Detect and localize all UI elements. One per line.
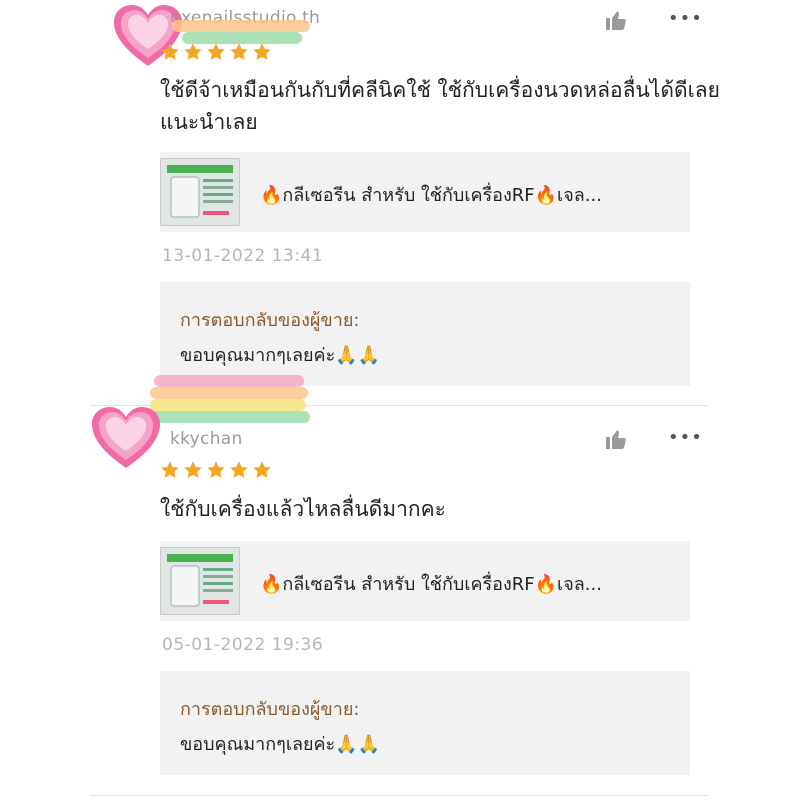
star-icon — [253, 461, 271, 478]
more-options-icon[interactable]: ••• — [668, 8, 703, 29]
star-icon — [184, 43, 202, 60]
seller-reply-text: ขอบคุณมากๆเลยค่ะ🙏🙏 — [180, 734, 381, 755]
review-card: uxenailsstudio.th ••• ใช้ดีจ้าเหมือนกันก… — [0, 0, 800, 405]
seller-reply: การตอบกลับของผู้ขาย: ขอบคุณมากๆเลยค่ะ🙏🙏 — [160, 282, 690, 386]
star-icon — [207, 43, 225, 60]
star-icon — [161, 461, 179, 478]
product-card[interactable]: 🔥กลีเซอรีน สำหรับ ใช้กับเครื่องRF🔥เจล... — [160, 541, 690, 621]
product-thumbnail — [160, 158, 240, 226]
username[interactable]: kkychan — [170, 429, 243, 449]
rainbow-sticker — [150, 375, 310, 423]
star-icon — [184, 461, 202, 478]
seller-reply: การตอบกลับของผู้ขาย: ขอบคุณมากๆเลยค่ะ🙏🙏 — [160, 671, 690, 775]
more-options-icon[interactable]: ••• — [668, 427, 703, 448]
thumbs-up-icon[interactable] — [604, 427, 628, 451]
star-icon — [161, 43, 179, 60]
seller-reply-heading: การตอบกลับของผู้ขาย: — [180, 699, 360, 720]
star-icon — [207, 461, 225, 478]
review-divider — [90, 795, 708, 796]
product-thumbnail — [160, 547, 240, 615]
review-timestamp: 13-01-2022 13:41 — [162, 246, 324, 266]
product-name: 🔥กลีเซอรีน สำหรับ ใช้กับเครื่องRF🔥เจล... — [260, 185, 602, 206]
avatar-heart-icon[interactable] — [90, 406, 162, 472]
review-text: ใช้ดีจ้าเหมือนกันกับที่คลีนิคใช้ ใช้กับเ… — [160, 78, 720, 134]
review-card: kkychan ••• ใช้กับเครื่องแล้วไหลลื่นดีมา… — [0, 375, 800, 800]
star-icon — [230, 461, 248, 478]
star-icon — [230, 43, 248, 60]
seller-reply-text: ขอบคุณมากๆเลยค่ะ🙏🙏 — [180, 345, 381, 366]
rating-stars — [160, 460, 272, 480]
product-card[interactable]: 🔥กลีเซอรีน สำหรับ ใช้กับเครื่องRF🔥เจล... — [160, 152, 690, 232]
star-icon — [253, 43, 271, 60]
thumbs-up-icon[interactable] — [604, 8, 628, 32]
rating-stars — [160, 42, 272, 62]
rainbow-sticker — [172, 20, 312, 44]
seller-reply-heading: การตอบกลับของผู้ขาย: — [180, 310, 360, 331]
review-text: ใช้กับเครื่องแล้วไหลลื่นดีมากคะ — [160, 497, 446, 521]
product-name: 🔥กลีเซอรีน สำหรับ ใช้กับเครื่องRF🔥เจล... — [260, 574, 602, 595]
review-timestamp: 05-01-2022 19:36 — [162, 635, 324, 655]
